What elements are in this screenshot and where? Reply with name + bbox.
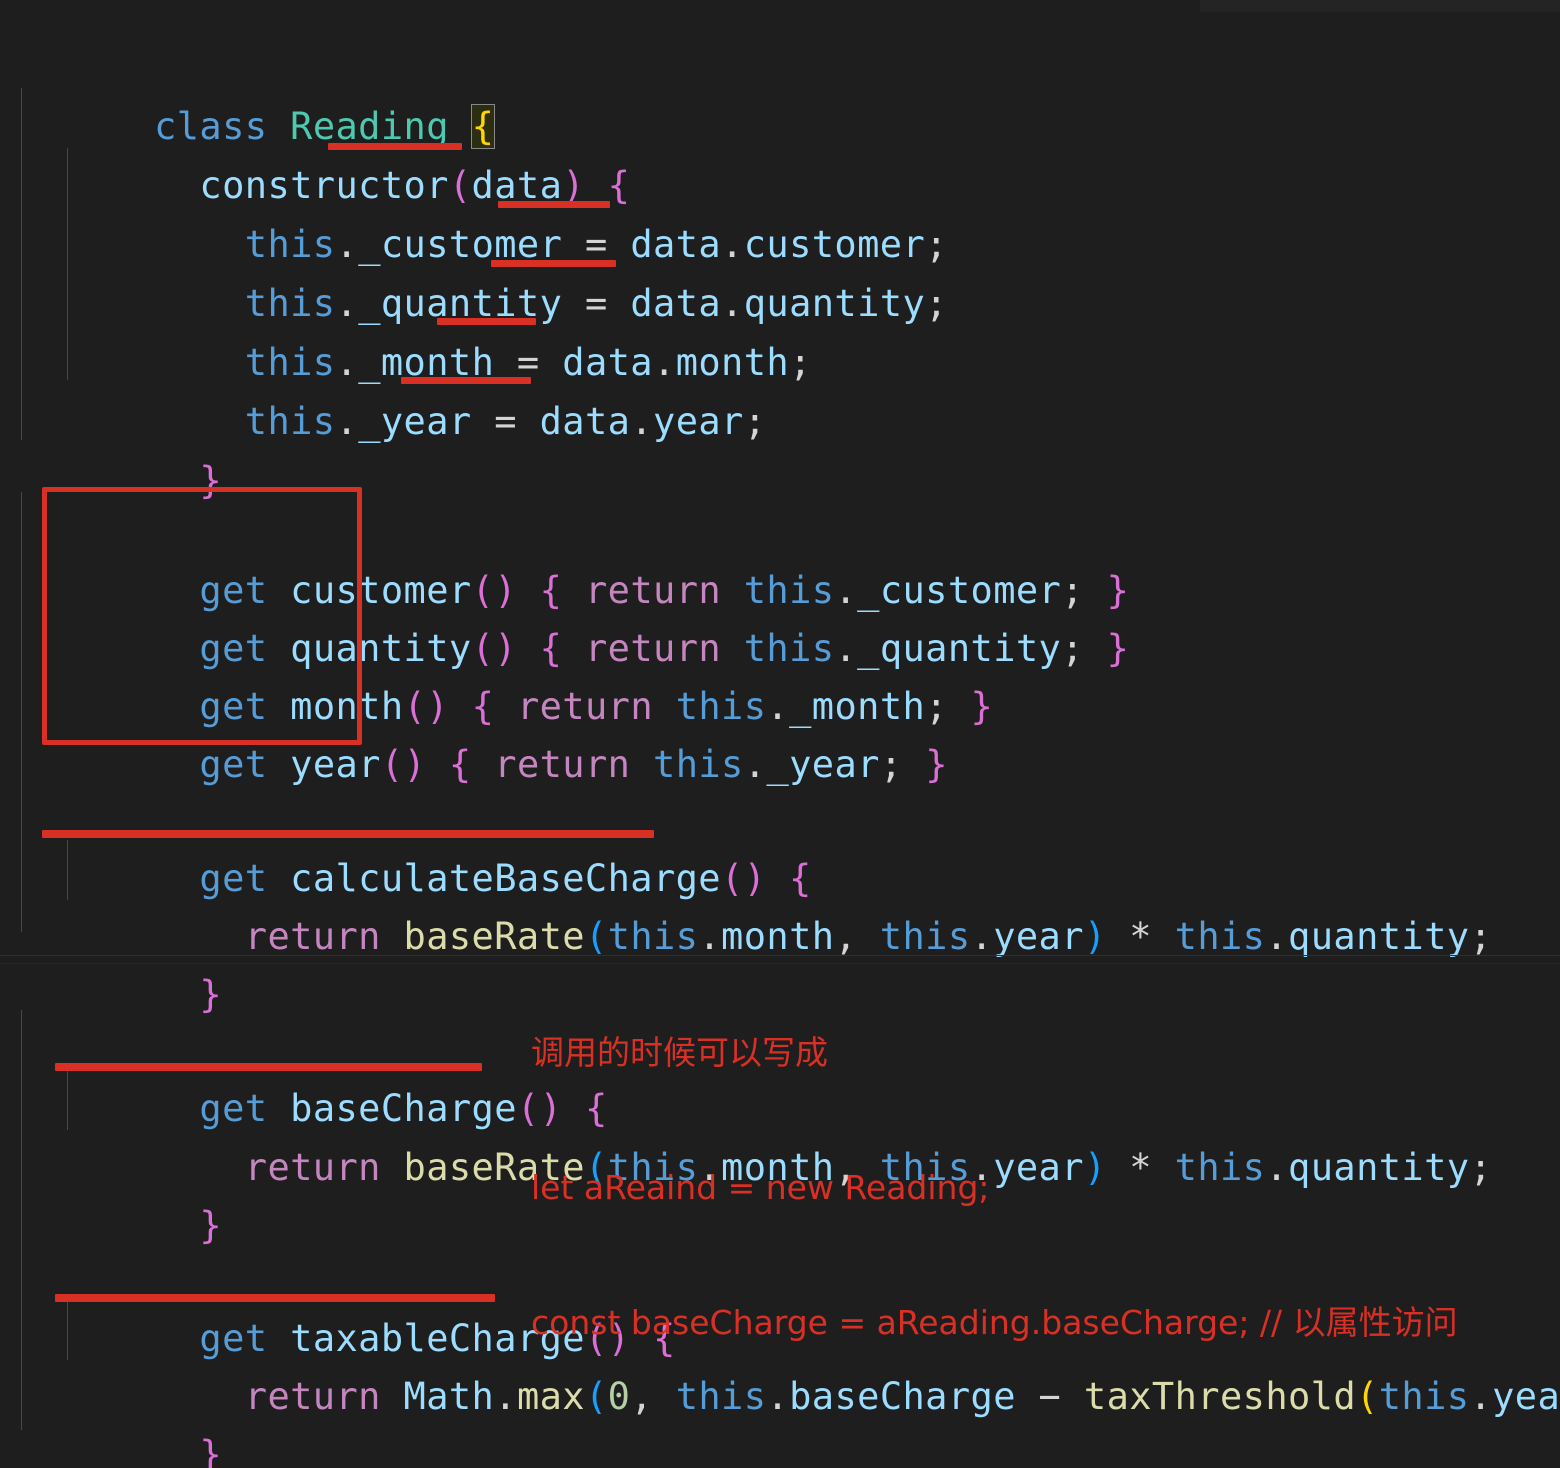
- red-handwritten-note: 调用的时候可以写成 let aReaind = new Reading; con…: [531, 940, 1458, 1435]
- underline-taxablecharge: [55, 1294, 495, 1302]
- code-editor-surface[interactable]: class Reading { constructor(data) { this…: [0, 0, 1560, 1468]
- note-line-3: const baseCharge = aReading.baseCharge; …: [531, 1303, 1458, 1342]
- underline-data-param: [328, 143, 462, 150]
- underline-data-year: [401, 377, 531, 384]
- note-line-1: 调用的时候可以写成: [531, 1033, 828, 1072]
- getters-highlight-box: [42, 487, 362, 745]
- note-line-2: let aReaind = new Reading;: [531, 1168, 990, 1207]
- underline-data-quantity: [491, 260, 616, 267]
- underline-basecharge: [55, 1063, 482, 1071]
- underline-calculatebasecharge: [42, 830, 654, 838]
- underline-data-customer: [498, 201, 610, 208]
- underline-data-month: [437, 318, 536, 325]
